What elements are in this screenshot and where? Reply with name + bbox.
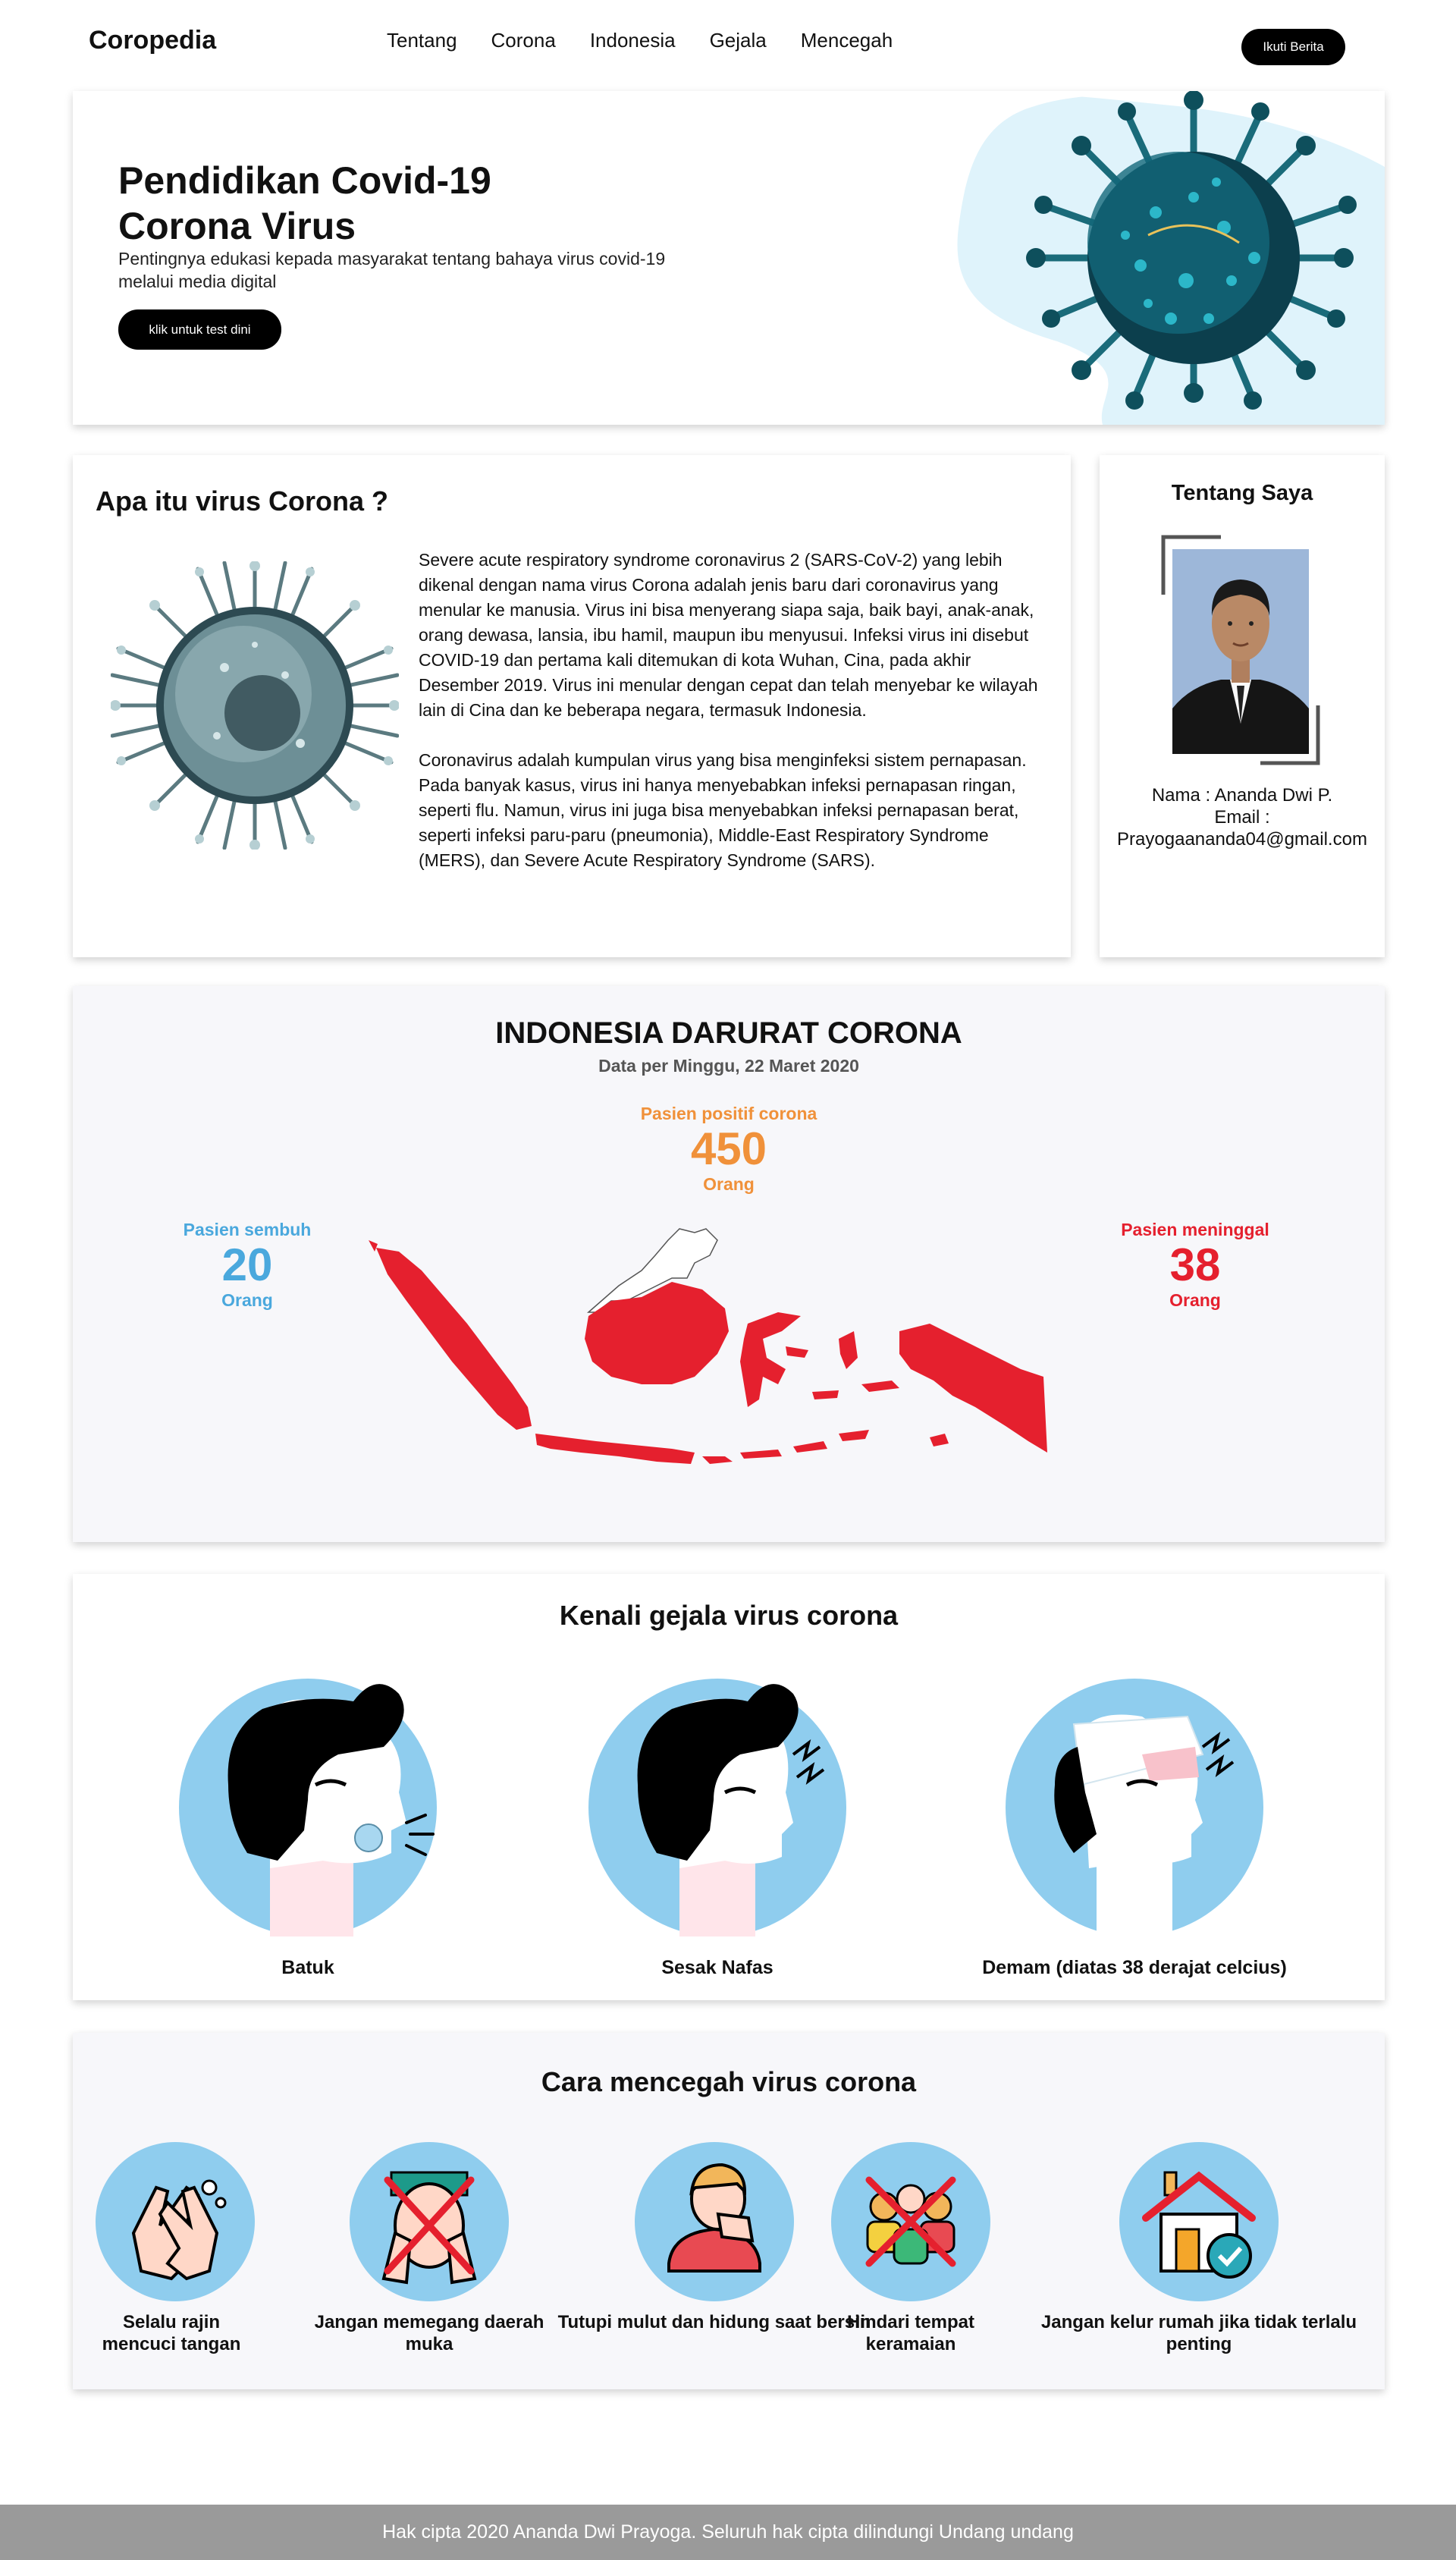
hero-subtitle: Pentingnya edukasi kepada masyarakat ten… — [118, 249, 666, 291]
what-is-corona-section: Apa itu virus Corona ? Severe acute resp… — [73, 455, 1071, 957]
nav-link-indonesia[interactable]: Indonesia — [590, 29, 676, 52]
symptoms-section: Kenali gejala virus corona Batuk Sesak N… — [73, 1574, 1385, 2000]
deaths-stat: Pasien meninggal 38 Orang — [1097, 1220, 1294, 1311]
coronavirus-illustration — [111, 561, 399, 850]
profile-title: Tentang Saya — [1171, 481, 1313, 505]
deaths-count: 38 — [1169, 1239, 1221, 1290]
profile-email-label: Email : — [1214, 807, 1270, 828]
nav-menu: Tentang Corona Indonesia Gejala Mencegah — [387, 29, 927, 52]
no-touch-face-icon — [350, 2142, 509, 2301]
symptoms-title: Kenali gejala virus corona — [559, 1600, 899, 1631]
positive-unit: Orang — [703, 1174, 755, 1194]
prevention-item-cover-sneeze: Tutupi mulut dan hidung saat bersin — [555, 2142, 874, 2333]
symptom-label: Batuk — [281, 1957, 334, 1978]
positive-count: 450 — [690, 1123, 767, 1174]
symptom-label: Sesak Nafas — [661, 1957, 774, 1978]
nav-link-tentang[interactable]: Tentang — [387, 29, 457, 52]
stats-title: INDONESIA DARURAT CORONA — [495, 1016, 962, 1050]
prevention-label: Selalu rajin mencuci tangan — [102, 2312, 241, 2354]
prevention-title: Cara mencegah virus corona — [541, 2066, 917, 2097]
symptom-item-breathless: Sesak Nafas — [566, 1671, 869, 1979]
top-navbar: Coropedia Tentang Corona Indonesia Gejal… — [0, 0, 1456, 91]
profile-photo — [1161, 535, 1320, 765]
brand-logo[interactable]: Coropedia — [89, 26, 216, 55]
section-title: Apa itu virus Corona ? — [96, 485, 389, 517]
about-paragraph-1: Severe acute respiratory syndrome corona… — [419, 550, 1038, 720]
recovered-label: Pasien sembuh — [183, 1220, 312, 1239]
breathless-icon — [588, 1679, 846, 1936]
follow-news-button[interactable]: Ikuti Berita — [1241, 29, 1345, 65]
cover-sneeze-icon — [635, 2142, 794, 2301]
hero-title-line2: Corona Virus — [118, 205, 356, 247]
deaths-unit: Orang — [1169, 1290, 1221, 1310]
about-me-card: Tentang Saya Nama : Ananda Dwi P. Email … — [1100, 455, 1385, 957]
prevention-label: Jangan memegang daerah muka — [314, 2312, 544, 2354]
avoid-crowd-icon — [831, 2142, 990, 2301]
cough-icon — [179, 1679, 437, 1936]
symptom-item-cough: Batuk — [156, 1671, 460, 1979]
early-test-button[interactable]: klik untuk test dini — [118, 309, 281, 350]
indonesia-stats-section: INDONESIA DARURAT CORONA Data per Minggu… — [73, 986, 1385, 1542]
positive-stat: Pasien positif corona 450 Orang — [577, 1104, 880, 1195]
deaths-label: Pasien meninggal — [1121, 1220, 1269, 1239]
prevention-label: Jangan kelur rumah jika tidak terlalu pe… — [1040, 2312, 1357, 2354]
profile-email[interactable]: Prayogaananda04@gmail.com — [1100, 828, 1385, 850]
nav-link-gejala[interactable]: Gejala — [710, 29, 767, 52]
prevention-item-avoid-crowd: Hindari tempat keramaian — [831, 2142, 990, 2355]
about-text: Severe acute respiratory syndrome corona… — [419, 548, 1048, 898]
recovered-unit: Orang — [221, 1290, 273, 1310]
hero-title-line1: Pendidikan Covid-19 — [118, 159, 491, 202]
footer: Hak cipta 2020 Ananda Dwi Prayoga. Selur… — [0, 2505, 1456, 2560]
prevention-label: Hindari tempat keramaian — [846, 2312, 975, 2354]
hero-title: Pendidikan Covid-19 Corona Virus — [118, 158, 649, 249]
recovered-count: 20 — [221, 1239, 273, 1290]
prevention-item-no-touch-face: Jangan memegang daerah muka — [300, 2142, 558, 2355]
prevention-item-stay-home: Jangan kelur rumah jika tidak terlalu pe… — [1032, 2142, 1366, 2355]
hand-wash-icon — [96, 2142, 255, 2301]
prevention-section: Cara mencegah virus corona Selalu rajin … — [73, 2033, 1385, 2389]
hero-section: Pendidikan Covid-19 Corona Virus Pentingn… — [73, 91, 1385, 425]
prevention-label: Tutupi mulut dan hidung saat bersin — [557, 2312, 871, 2332]
copyright-text: Hak cipta 2020 Ananda Dwi Prayoga. Selur… — [382, 2521, 1074, 2543]
recovered-stat: Pasien sembuh 20 Orang — [171, 1220, 323, 1311]
nav-link-corona[interactable]: Corona — [491, 29, 556, 52]
stay-home-icon — [1119, 2142, 1279, 2301]
indonesia-map — [369, 1228, 1047, 1464]
nav-link-mencegah[interactable]: Mencegah — [801, 29, 893, 52]
stats-date: Data per Minggu, 22 Maret 2020 — [598, 1056, 859, 1076]
fever-icon — [1006, 1679, 1263, 1936]
about-paragraph-2: Coronavirus adalah kumpulan virus yang b… — [419, 750, 1027, 870]
prevention-item-hand-wash: Selalu rajin mencuci tangan — [96, 2142, 255, 2355]
symptom-label: Demam (diatas 38 derajat celcius) — [982, 1957, 1287, 1978]
positive-label: Pasien positif corona — [640, 1104, 817, 1123]
symptom-item-fever: Demam (diatas 38 derajat celcius) — [945, 1671, 1324, 1979]
profile-name: Nama : Ananda Dwi P. — [1151, 785, 1333, 806]
profile-info: Nama : Ananda Dwi P. Email : Prayogaanan… — [1100, 784, 1385, 850]
virus-hero-illustration — [951, 91, 1385, 425]
